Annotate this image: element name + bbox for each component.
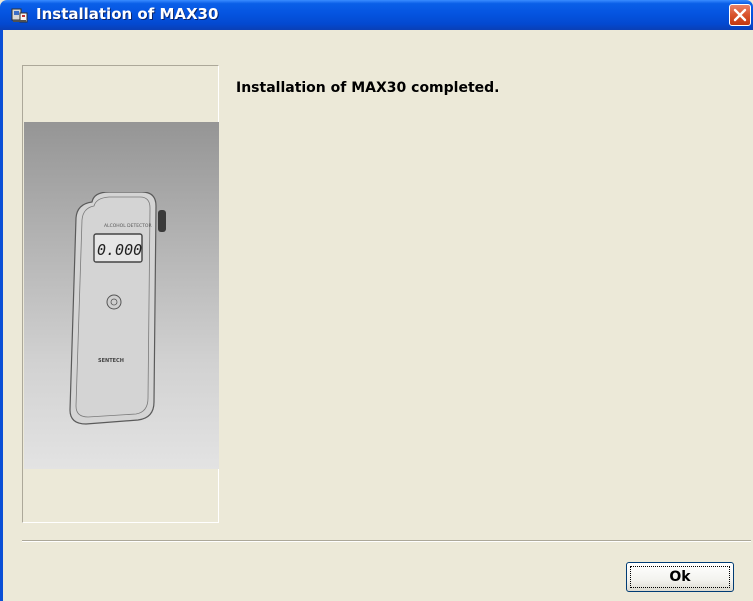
svg-text:SENTECH: SENTECH: [98, 358, 124, 364]
window-border: [0, 30, 3, 601]
window-title: Installation of MAX30: [36, 5, 219, 23]
footer-separator: [22, 540, 751, 542]
svg-text:ALCOHOL DETECTOR: ALCOHOL DETECTOR: [104, 223, 152, 229]
close-button[interactable]: [729, 4, 751, 26]
product-image: ALCOHOL DETECTOR 0.000 SENTECH: [24, 122, 219, 469]
ok-button[interactable]: Ok: [626, 562, 734, 592]
device-display-value: 0.000: [97, 241, 142, 259]
completion-message: Installation of MAX30 completed.: [236, 80, 500, 96]
product-image-panel: ALCOHOL DETECTOR 0.000 SENTECH: [22, 65, 219, 523]
ok-button-label: Ok: [669, 569, 691, 585]
title-bar[interactable]: Installation of MAX30: [0, 0, 753, 30]
installer-icon: [11, 6, 29, 24]
breathalyzer-device-image: ALCOHOL DETECTOR 0.000 SENTECH: [69, 192, 166, 425]
